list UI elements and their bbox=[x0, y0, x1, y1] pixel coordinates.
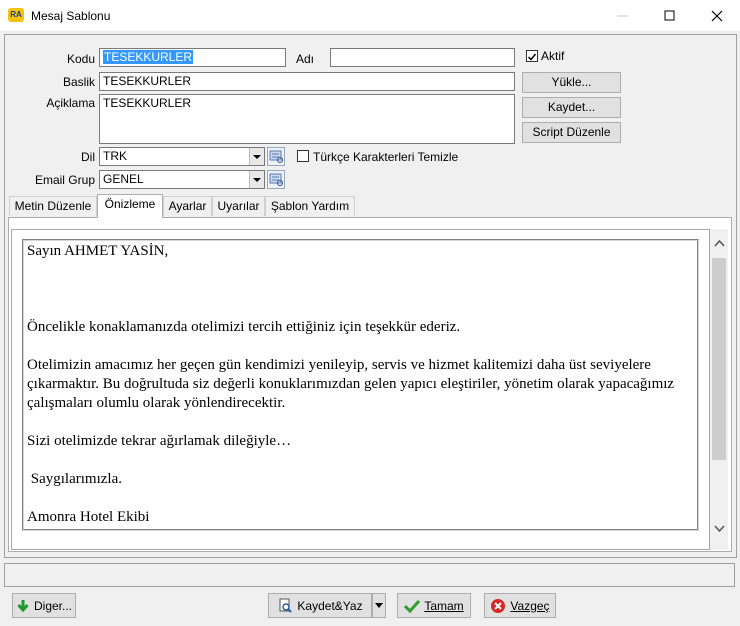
preview-line bbox=[27, 299, 692, 318]
tamam-button[interactable]: Tamam bbox=[397, 593, 471, 618]
tab-ayarlar[interactable]: Ayarlar bbox=[163, 196, 212, 216]
preview-line: Öncelikle konaklamanızda otelimizi terci… bbox=[27, 319, 461, 335]
aciklama-textarea[interactable]: TESEKKURLER bbox=[99, 94, 515, 144]
maximize-button[interactable] bbox=[647, 0, 693, 31]
scrollbar-thumb[interactable] bbox=[712, 258, 726, 460]
kaydet-yaz-button[interactable]: Kaydet&Yaz bbox=[268, 593, 372, 618]
preview-line bbox=[27, 489, 692, 508]
turkce-label: Türkçe Karakterleri Temizle bbox=[313, 150, 459, 164]
diger-label: Diger... bbox=[33, 598, 72, 613]
preview-line bbox=[27, 451, 692, 470]
minimize-button[interactable] bbox=[600, 0, 646, 31]
app-icon: RA bbox=[8, 8, 24, 22]
adi-input[interactable] bbox=[330, 48, 515, 67]
maximize-icon bbox=[664, 10, 675, 20]
baslik-label: Baslik bbox=[62, 75, 95, 89]
kodu-label: Kodu bbox=[66, 52, 95, 66]
kaydet-yaz-dropdown[interactable] bbox=[372, 593, 386, 618]
tamam-label: Tamam bbox=[424, 598, 464, 613]
tab-sablon-yardim[interactable]: Şablon Yardım bbox=[265, 196, 355, 216]
preview-line: Otelimizin amacımız her geçen gün kendim… bbox=[27, 357, 651, 373]
vazgec-button[interactable]: Vazgeç bbox=[484, 593, 556, 618]
status-bar bbox=[4, 563, 735, 587]
kaydet-yaz-label: Kaydet&Yaz bbox=[297, 598, 363, 613]
script-duzenle-button[interactable]: Script Düzenle bbox=[522, 122, 621, 143]
print-preview-icon bbox=[279, 598, 293, 613]
arrow-down-icon bbox=[17, 599, 29, 612]
preview-line: Sizi otelimizde tekrar ağırlamak dileğiy… bbox=[27, 433, 292, 449]
chevron-down-icon[interactable] bbox=[249, 171, 264, 188]
lookup-icon bbox=[269, 150, 283, 163]
tab-metin-duzenle[interactable]: Metin Düzenle bbox=[9, 196, 97, 216]
dil-label: Dil bbox=[81, 150, 95, 164]
kodu-value: TESEKKURLER bbox=[103, 50, 194, 64]
cancel-icon bbox=[491, 598, 506, 613]
diger-button[interactable]: Diger... bbox=[12, 593, 76, 618]
aciklama-label: Açiklama bbox=[46, 96, 95, 110]
aktif-label: Aktif bbox=[541, 49, 565, 63]
preview-line bbox=[27, 413, 692, 432]
title-bar: RA Mesaj Sablonu bbox=[0, 0, 740, 31]
kodu-input[interactable]: TESEKKURLER bbox=[99, 48, 286, 67]
lookup-icon bbox=[269, 173, 283, 186]
preview-line bbox=[27, 261, 692, 280]
checkmark-icon bbox=[527, 53, 537, 61]
dil-value: TRK bbox=[103, 149, 127, 163]
chevron-down-icon[interactable] bbox=[249, 148, 264, 165]
preview-line bbox=[27, 280, 692, 299]
turkce-checkbox[interactable] bbox=[297, 150, 309, 162]
minimize-icon bbox=[617, 15, 628, 16]
vazgec-label: Vazgeç bbox=[510, 598, 550, 613]
preview-line: çıkarmaktır. Bu doğrultuda siz değerli k… bbox=[27, 376, 675, 392]
tab-onizleme[interactable]: Önizleme bbox=[97, 194, 163, 218]
kaydet-button[interactable]: Kaydet... bbox=[522, 97, 621, 118]
preview-line: Saygılarımızla. bbox=[27, 471, 122, 487]
email-grup-lookup-button[interactable] bbox=[267, 170, 285, 189]
preview-document: Sayın AHMET YASİN, Öncelikle konaklamanı… bbox=[27, 242, 692, 527]
preview-line bbox=[27, 337, 692, 356]
baslik-input[interactable]: TESEKKURLER bbox=[99, 72, 515, 91]
chevron-up-icon[interactable] bbox=[714, 239, 725, 247]
aktif-checkbox[interactable] bbox=[526, 50, 538, 62]
dil-select[interactable]: TRK bbox=[99, 147, 265, 166]
close-button[interactable] bbox=[694, 0, 740, 31]
dil-lookup-button[interactable] bbox=[267, 147, 285, 166]
preview-line: Amonra Hotel Ekibi bbox=[27, 509, 150, 525]
preview-line: Sayın AHMET YASİN, bbox=[27, 243, 169, 259]
adi-label: Adı bbox=[296, 52, 315, 66]
window-title: Mesaj Sablonu bbox=[31, 9, 111, 23]
email-grup-select[interactable]: GENEL bbox=[99, 170, 265, 189]
checkmark-icon bbox=[404, 599, 421, 613]
tab-uyarilar[interactable]: Uyarılar bbox=[212, 196, 265, 216]
preview-line: çalışmaları olumlu olarak yönlendirecekt… bbox=[27, 395, 286, 411]
close-icon bbox=[711, 10, 723, 21]
chevron-down-icon bbox=[375, 603, 383, 608]
email-grup-value: GENEL bbox=[103, 172, 144, 186]
yukle-button[interactable]: Yükle... bbox=[522, 72, 621, 93]
chevron-down-icon[interactable] bbox=[714, 525, 725, 533]
email-grup-label: Email Grup bbox=[34, 173, 95, 187]
